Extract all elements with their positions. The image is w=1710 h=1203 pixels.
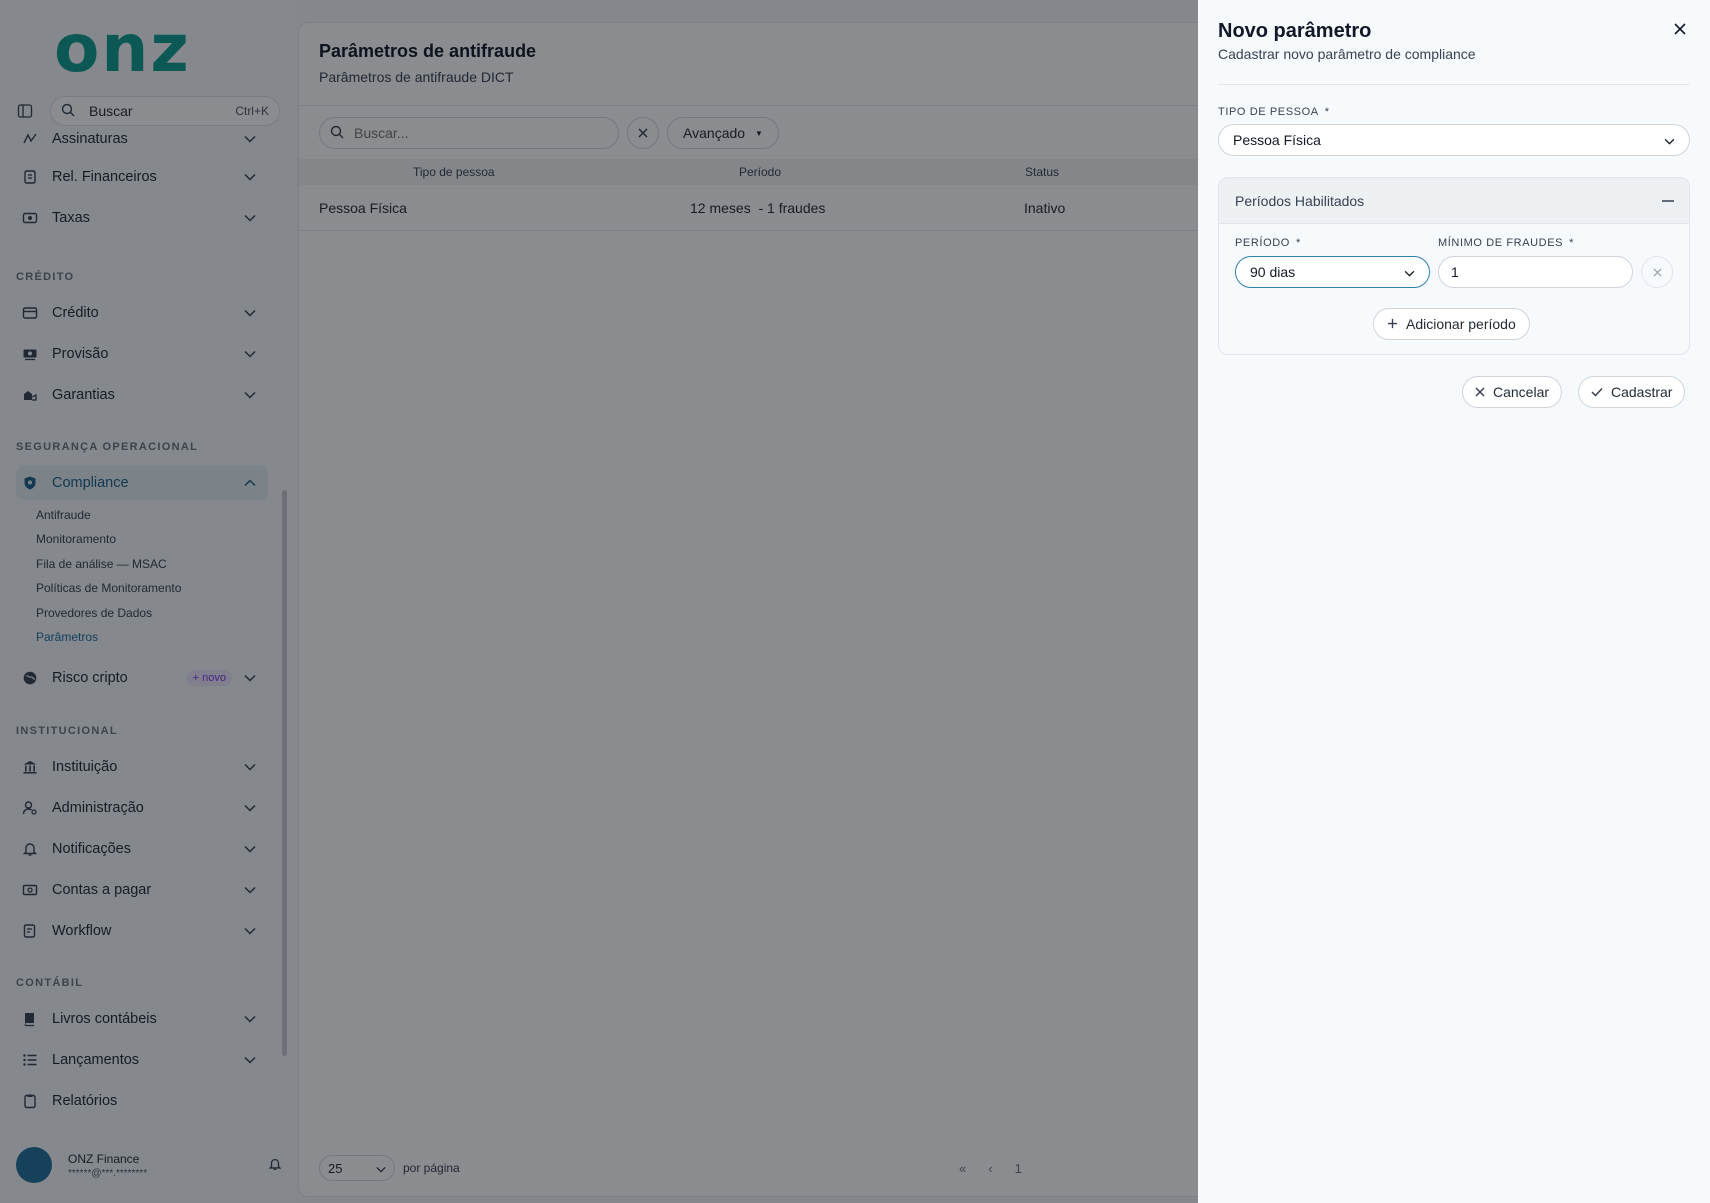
required-mark: * (1295, 237, 1301, 249)
close-drawer-button[interactable] (1668, 18, 1692, 42)
tipo-pessoa-select[interactable]: Pessoa Física (1218, 124, 1690, 156)
remove-period-button[interactable] (1641, 256, 1673, 288)
close-icon (1674, 22, 1686, 38)
tipo-pessoa-value: Pessoa Física (1233, 132, 1321, 148)
periodo-value: 90 dias (1250, 264, 1296, 280)
required-mark: * (1324, 106, 1330, 118)
periodos-card: Períodos Habilitados PERÍODO * 90 dias MÍ… (1218, 177, 1690, 355)
close-icon (1652, 264, 1662, 280)
close-icon (1475, 387, 1485, 397)
periodos-card-title: Períodos Habilitados (1235, 193, 1365, 209)
add-period-label: Adicionar período (1406, 316, 1516, 332)
tipo-pessoa-label: TIPO DE PESSOA * (1218, 106, 1330, 118)
plus-icon (1387, 316, 1398, 332)
drawer-title: Novo parâmetro (1218, 20, 1372, 42)
minimo-fraudes-input[interactable]: 1 (1438, 256, 1633, 288)
minimo-fraudes-label-text: MÍNIMO DE FRAUDES (1438, 237, 1564, 249)
minus-icon[interactable] (1661, 194, 1675, 208)
chevron-down-icon (1664, 132, 1675, 148)
required-mark: * (1569, 237, 1574, 249)
tipo-pessoa-label-text: TIPO DE PESSOA (1218, 106, 1319, 118)
periodo-label: PERÍODO * (1235, 237, 1301, 249)
periodo-select[interactable]: 90 dias (1235, 256, 1430, 288)
check-icon (1591, 387, 1603, 397)
new-parameter-drawer: Novo parâmetro Cadastrar novo parâmetro … (1198, 0, 1710, 1203)
periodo-label-text: PERÍODO (1235, 237, 1290, 249)
chevron-down-icon (1404, 264, 1415, 280)
cancel-label: Cancelar (1493, 384, 1550, 400)
cancel-button[interactable]: Cancelar (1462, 376, 1563, 408)
add-period-button[interactable]: Adicionar período (1373, 308, 1530, 340)
minimo-fraudes-value: 1 (1451, 264, 1459, 280)
periodos-card-header[interactable]: Períodos Habilitados (1219, 178, 1689, 224)
drawer-subtitle: Cadastrar novo parâmetro de compliance (1218, 46, 1476, 62)
minimo-fraudes-label: MÍNIMO DE FRAUDES * (1438, 237, 1574, 249)
drawer-divider (1218, 84, 1690, 85)
submit-label: Cadastrar (1611, 384, 1673, 400)
submit-button[interactable]: Cadastrar (1578, 376, 1686, 408)
